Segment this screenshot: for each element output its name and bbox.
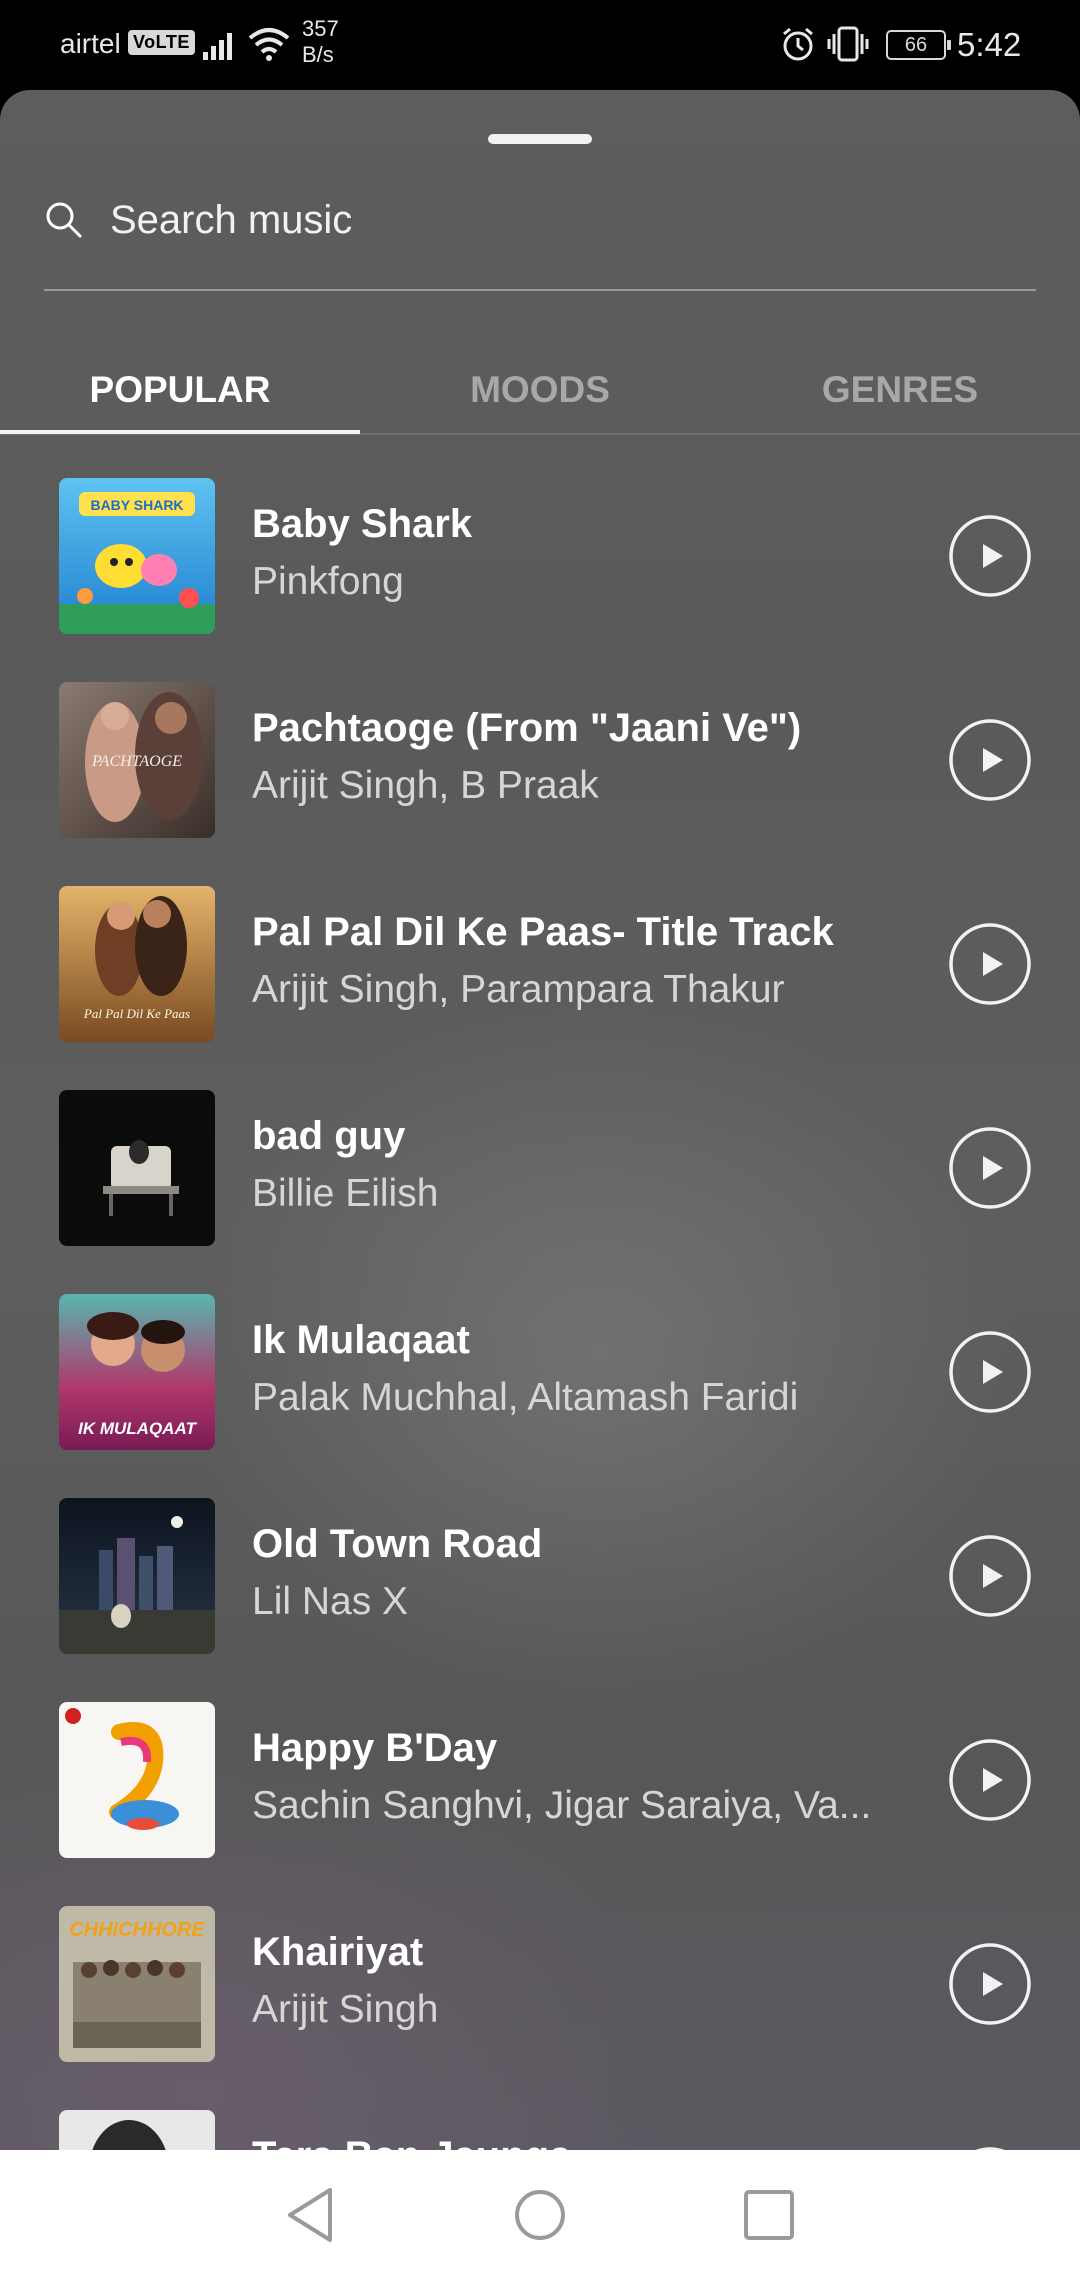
music-sheet: POPULAR MOODS GENRES [0,90,1080,2150]
vibrate-icon [827,26,869,62]
home-icon[interactable] [512,2186,568,2244]
track-artist: Arijit Singh, Parampara Thakur [252,968,785,1011]
drag-handle[interactable] [488,134,592,144]
track-artist: Palak Muchhal, Altamash Faridi [252,1376,799,1419]
track-row[interactable]: IK MULAQAAT Ik Mulaqaat Palak Muchhal, A… [0,1290,1080,1494]
play-icon[interactable] [948,1126,1032,1210]
track-row[interactable]: CHHICHHORE Khairiyat Arijit Singh [0,1902,1080,2106]
track-artist: Arijit Singh [252,1988,439,2031]
track-artist: Sachin Sanghvi, Jigar Saraiya, Va... [252,1784,872,1827]
track-artist: Lil Nas X [252,1580,409,1623]
volte-badge: VoLTE [128,30,195,55]
track-row[interactable]: Tera Ban Jaunga [0,2106,1080,2150]
network-speed-value: 357 [302,16,339,41]
status-bar: airtel VoLTE 357 B/s 66 5:42 [0,0,1080,90]
cover-title: IK MULAQAAT [78,1419,197,1438]
navigation-bar [0,2150,1080,2280]
track-row[interactable]: Old Town Road Lil Nas X [0,1494,1080,1698]
track-title: Ik Mulaqaat [252,1318,470,1362]
play-icon[interactable] [948,1534,1032,1618]
network-speed: 357 B/s [302,16,339,68]
tab-genres-label: GENRES [821,369,979,410]
track-title: Happy B'Day [252,1726,498,1770]
track-title: Old Town Road [252,1522,543,1566]
track-artist: Arijit Singh, B Praak [252,764,599,807]
track-title: Khairiyat [252,1930,424,1974]
cover-title: CHHICHHORE [69,1919,205,1941]
album-cover: CHHICHHORE [59,1906,215,2062]
battery-icon: 66 [886,30,951,60]
track-title: Pachtaoge (From "Jaani Ve") [252,706,802,750]
recents-icon[interactable] [742,2188,796,2242]
track-row[interactable]: Pal Pal Dil Ke Paas Pal Pal Dil Ke Paas-… [0,882,1080,1086]
track-title: bad guy [252,1114,406,1158]
play-icon[interactable] [948,1942,1032,2026]
album-cover [59,2110,215,2150]
play-icon[interactable] [948,514,1032,598]
tab-indicator [0,430,360,434]
network-speed-unit: B/s [302,42,334,67]
track-row[interactable]: bad guy Billie Eilish [0,1086,1080,1290]
tab-genres[interactable]: GENRES [720,330,1080,450]
track-title: Pal Pal Dil Ke Paas- Title Track [252,910,834,954]
cover-title: PACHTAOGE [91,753,182,770]
album-cover: BABY SHARK [59,478,215,634]
search-icon [46,202,82,238]
album-cover [59,1702,215,1858]
track-title: Tera Ban Jaunga [252,2134,892,2150]
album-cover: Pal Pal Dil Ke Paas [59,886,215,1042]
tab-popular-label: POPULAR [89,369,271,410]
album-cover [59,1498,215,1654]
wifi-icon [248,28,290,61]
track-list[interactable]: BABY SHARK Baby Shark Pinkfong PACHTAOGE… [0,460,1080,2150]
album-cover [59,1090,215,1246]
search-underline [44,289,1036,291]
tab-moods[interactable]: MOODS [360,330,720,450]
track-row[interactable]: PACHTAOGE Pachtaoge (From "Jaani Ve") Ar… [0,678,1080,882]
tab-moods-label: MOODS [470,369,610,410]
back-icon[interactable] [282,2186,338,2244]
cover-title: Pal Pal Dil Ke Paas [83,1006,190,1021]
play-icon[interactable] [948,922,1032,1006]
carrier-name: airtel [60,28,121,59]
track-row[interactable]: Happy B'Day Sachin Sanghvi, Jigar Saraiy… [0,1698,1080,1902]
play-icon[interactable] [948,718,1032,802]
track-artist: Pinkfong [252,560,404,603]
track-row[interactable]: BABY SHARK Baby Shark Pinkfong [0,474,1080,678]
track-artist: Billie Eilish [252,1172,439,1215]
play-icon[interactable] [948,1330,1032,1414]
track-title: Baby Shark [252,502,473,546]
cover-title: BABY SHARK [90,497,183,513]
signal-icon [203,33,232,60]
screen: airtel VoLTE 357 B/s 66 5:42 Search musi… [0,0,1080,2280]
search-input[interactable] [110,190,990,250]
album-cover: PACHTAOGE [59,682,215,838]
album-cover: IK MULAQAAT [59,1294,215,1450]
alarm-icon [783,27,813,61]
play-icon[interactable] [948,1738,1032,1822]
clock: 5:42 [957,26,1022,63]
